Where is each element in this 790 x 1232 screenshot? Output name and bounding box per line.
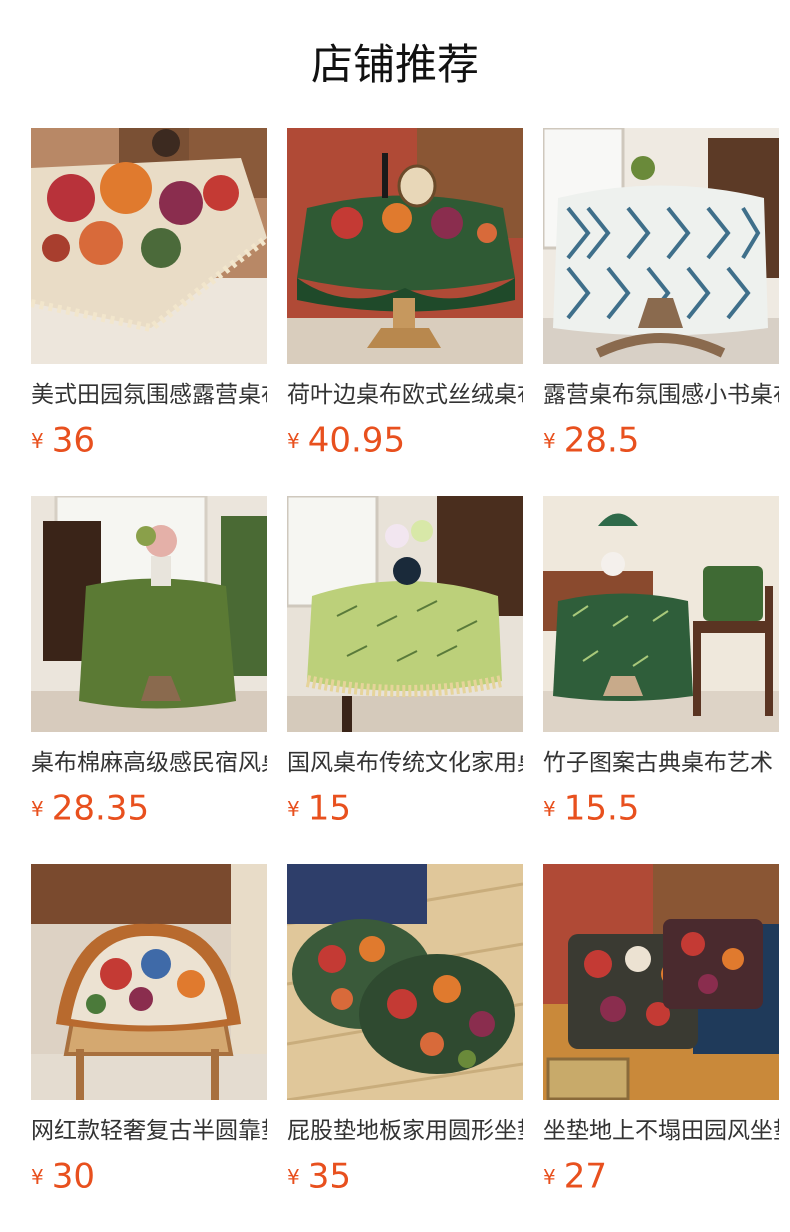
currency-symbol: ¥ — [31, 428, 44, 453]
currency-symbol: ¥ — [287, 796, 300, 821]
price-value: 36 — [51, 420, 95, 461]
product-name[interactable]: 屁股垫地板家用圆形坐垫 — [287, 1116, 523, 1146]
product-price: ¥15 — [287, 788, 523, 829]
currency-symbol: ¥ — [31, 796, 44, 821]
product-price: ¥15.5 — [543, 788, 779, 829]
product-name[interactable]: 美式田园氛围感露营桌布 — [31, 380, 267, 410]
product-image[interactable] — [31, 864, 267, 1100]
product-price: ¥28.5 — [543, 420, 779, 461]
product-price: ¥28.35 — [31, 788, 267, 829]
product-name[interactable]: 荷叶边桌布欧式丝绒桌布 — [287, 380, 523, 410]
price-value: 15 — [307, 788, 351, 829]
product-card[interactable]: 国风桌布传统文化家用桌布 ¥15 — [287, 496, 523, 829]
product-image[interactable] — [287, 496, 523, 732]
product-image[interactable] — [287, 864, 523, 1100]
product-price: ¥30 — [31, 1156, 267, 1197]
currency-symbol: ¥ — [287, 1164, 300, 1189]
price-value: 15.5 — [563, 788, 640, 829]
price-value: 28.5 — [563, 420, 640, 461]
page-title: 店铺推荐 — [310, 40, 479, 89]
price-value: 30 — [51, 1156, 95, 1197]
product-card[interactable]: 网红款轻奢复古半圆靠垫 ¥30 — [31, 864, 267, 1197]
product-price: ¥35 — [287, 1156, 523, 1197]
product-image[interactable] — [543, 496, 779, 732]
product-image[interactable] — [287, 128, 523, 364]
product-image[interactable] — [543, 128, 779, 364]
price-value: 35 — [307, 1156, 351, 1197]
product-image[interactable] — [31, 128, 267, 364]
product-card[interactable]: 露营桌布氛围感小书桌布 ¥28.5 — [543, 128, 779, 461]
currency-symbol: ¥ — [543, 796, 556, 821]
product-card[interactable]: 美式田园氛围感露营桌布 ¥36 — [31, 128, 267, 461]
product-name[interactable]: 坐垫地上不塌田园风坐垫 — [543, 1116, 779, 1146]
price-value: 40.95 — [307, 420, 406, 461]
product-name[interactable]: 网红款轻奢复古半圆靠垫 — [31, 1116, 267, 1146]
product-price: ¥40.95 — [287, 420, 523, 461]
product-card[interactable]: 桌布棉麻高级感民宿风桌布 ¥28.35 — [31, 496, 267, 829]
currency-symbol: ¥ — [543, 1164, 556, 1189]
product-name[interactable]: 国风桌布传统文化家用桌布 — [287, 748, 523, 778]
currency-symbol: ¥ — [287, 428, 300, 453]
product-image[interactable] — [31, 496, 267, 732]
product-price: ¥36 — [31, 420, 267, 461]
price-value: 28.35 — [51, 788, 150, 829]
currency-symbol: ¥ — [543, 428, 556, 453]
product-name[interactable]: 桌布棉麻高级感民宿风桌布 — [31, 748, 267, 778]
product-card[interactable]: 竹子图案古典桌布艺术 ¥15.5 — [543, 496, 779, 829]
currency-symbol: ¥ — [31, 1164, 44, 1189]
price-value: 27 — [563, 1156, 607, 1197]
product-card[interactable]: 坐垫地上不塌田园风坐垫 ¥27 — [543, 864, 779, 1197]
product-name[interactable]: 露营桌布氛围感小书桌布 — [543, 380, 779, 410]
product-image[interactable] — [543, 864, 779, 1100]
product-name[interactable]: 竹子图案古典桌布艺术 — [543, 748, 779, 778]
product-card[interactable]: 屁股垫地板家用圆形坐垫 ¥35 — [287, 864, 523, 1197]
product-card[interactable]: 荷叶边桌布欧式丝绒桌布 ¥40.95 — [287, 128, 523, 461]
product-price: ¥27 — [543, 1156, 779, 1197]
